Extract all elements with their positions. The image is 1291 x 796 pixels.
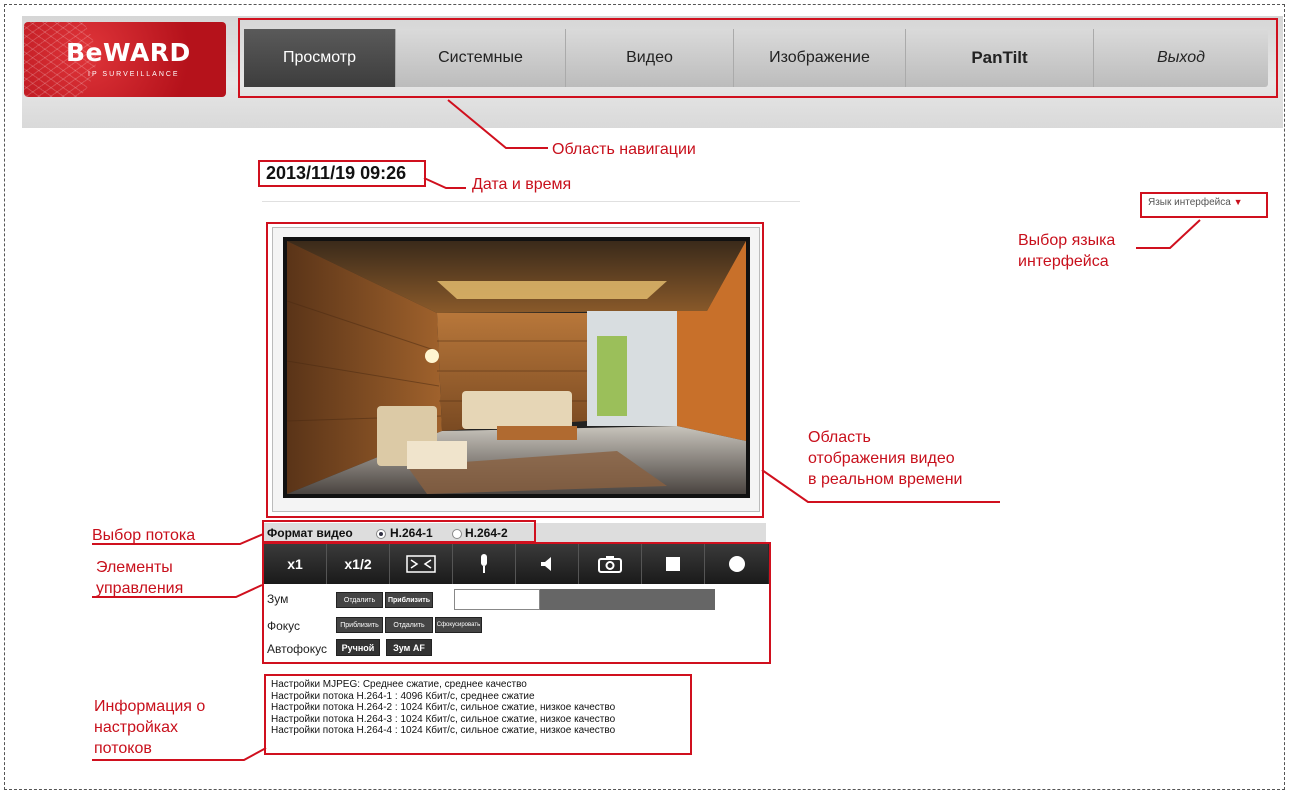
annotation-datetime: Дата и время <box>472 176 572 193</box>
annotation-video-2: отображения видео <box>808 450 955 467</box>
annotation-info-1: Информация о <box>94 698 206 715</box>
chevron-down-icon: ▼ <box>1233 197 1243 207</box>
annotation-video-1: Область <box>808 429 871 446</box>
info-line: Настройки потока H.264-2 : 1024 Кбит/с, … <box>271 702 616 713</box>
microphone-icon <box>481 554 487 573</box>
annotation-info-2: настройках <box>94 719 179 736</box>
zoom-slider-fill <box>454 589 540 610</box>
camera-snapshot-icon <box>598 556 622 573</box>
focus-label: Фокус <box>267 619 301 633</box>
stop-button[interactable] <box>642 544 705 584</box>
language-selector[interactable]: Язык интерфейса ▼ <box>1148 197 1243 208</box>
stream-radio-h264-1[interactable] <box>376 529 386 539</box>
annotation-controls-1: Элементы <box>96 559 173 576</box>
annotation-info-3: потоков <box>94 740 152 757</box>
language-label: Язык интерфейса <box>1148 197 1231 208</box>
date-time: 2013/11/19 09:26 <box>266 163 407 183</box>
video-scene <box>287 241 746 494</box>
microphone-button[interactable] <box>453 544 516 584</box>
stream-option-h264-2[interactable]: H.264-2 <box>465 526 508 540</box>
zoom-label: Зум <box>267 592 289 606</box>
fit-screen-icon <box>406 555 436 573</box>
fit-screen-button[interactable] <box>390 544 453 584</box>
zoom-out-button[interactable]: Отдалить <box>336 592 383 608</box>
record-icon <box>728 556 745 572</box>
autofocus-zoom-af-button[interactable]: Зум AF <box>386 639 432 656</box>
zoom-half-button[interactable]: x1/2 <box>327 544 390 584</box>
focus-near-button[interactable]: Приблизить <box>336 617 383 633</box>
info-line: Настройки потока H.264-4 : 1024 Кбит/с, … <box>271 725 616 736</box>
speaker-button[interactable] <box>516 544 579 584</box>
annotation-controls-2: управления <box>96 580 184 597</box>
snapshot-button[interactable] <box>579 544 642 584</box>
info-line: Настройки MJPEG: Среднее сжатие, среднее… <box>271 679 527 690</box>
info-line: Настройки потока H.264-1 : 4096 Кбит/с, … <box>271 690 535 702</box>
control-toolbar: x1 x1/2 <box>264 544 769 584</box>
speaker-icon <box>541 557 551 571</box>
autofocus-label: Автофокус <box>267 642 327 656</box>
annotation-video-3: в реальном времени <box>808 471 963 488</box>
annotation-stream: Выбор потока <box>92 527 196 544</box>
annotation-navigation: Область навигации <box>552 141 696 158</box>
zoom-x1-button[interactable]: x1 <box>264 544 327 584</box>
annotation-language-1: Выбор языка <box>1018 232 1116 249</box>
focus-far-button[interactable]: Отдалить <box>385 617 433 633</box>
live-video[interactable] <box>287 241 746 494</box>
stop-icon <box>666 557 680 571</box>
divider <box>262 201 800 202</box>
annotation-language-2: интерфейса <box>1018 253 1109 270</box>
stream-format-label: Формат видео <box>267 526 353 540</box>
zoom-in-button[interactable]: Приблизить <box>385 592 433 608</box>
stream-info: Настройки MJPEG: Среднее сжатие, среднее… <box>264 674 692 755</box>
info-line: Настройки потока H.264-3 : 1024 Кбит/с, … <box>271 713 616 725</box>
stream-radio-h264-2[interactable] <box>452 529 462 539</box>
record-button[interactable] <box>705 544 768 584</box>
autofocus-manual-button[interactable]: Ручной <box>336 639 380 656</box>
stream-option-h264-1[interactable]: H.264-1 <box>390 526 433 540</box>
focus-auto-button[interactable]: Сфокусировать <box>435 617 482 633</box>
